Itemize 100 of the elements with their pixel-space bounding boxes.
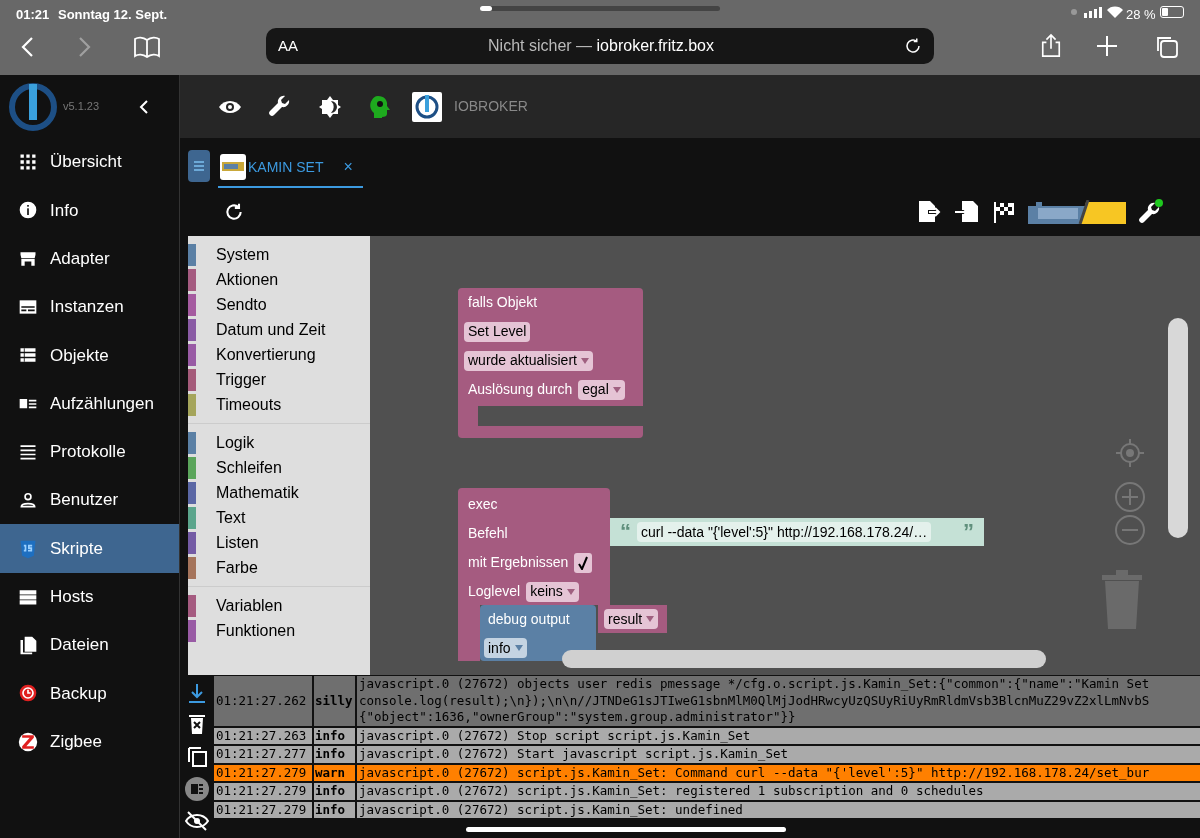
log-time: 01:21:27.279 — [214, 801, 312, 818]
scrollbar-thumb[interactable] — [1168, 318, 1188, 538]
collapse-icon — [139, 99, 150, 114]
dropdown-field[interactable]: wurde aktualisiert — [464, 350, 593, 371]
sidebar-item[interactable]: Hosts — [0, 572, 179, 621]
checkbox[interactable] — [574, 552, 593, 573]
sidebar-item[interactable]: Aufzählungen — [0, 379, 179, 428]
sidebar-item[interactable]: Zigbee — [0, 717, 179, 766]
log-time: 01:21:27.279 — [214, 764, 312, 781]
backup-icon — [18, 683, 38, 704]
sidebar-item[interactable]: Benutzer — [0, 476, 179, 525]
close-tab-button[interactable]: × — [343, 155, 353, 179]
sidebar-item[interactable]: Dateien — [0, 620, 179, 670]
toolbox-category[interactable]: Aktionen — [188, 267, 370, 292]
multitasking-handle[interactable] — [480, 6, 720, 11]
toolbox-category[interactable]: Listen — [188, 530, 370, 555]
debug-settings-icon — [1138, 198, 1164, 226]
dropdown-arrow-icon — [646, 616, 655, 622]
block-label: Befehl — [468, 524, 508, 543]
zoom-out-icon — [1114, 514, 1146, 546]
log-message: javascript.0 (27672) script.js.Kamin_Set: registered 1 subscription and 0 schedules — [357, 783, 1200, 800]
debug-block[interactable]: debug output info — [480, 605, 596, 661]
block-title: falls Objekt — [468, 293, 538, 312]
sidebar-item[interactable]: Protokolle — [0, 427, 179, 477]
dropdown-field[interactable]: info — [484, 638, 527, 658]
quote-mark: “ — [620, 521, 631, 543]
string-block[interactable]: “ curl --data "{'level':5}" http://192.168.178.24/… ” — [610, 518, 984, 546]
app-logo — [8, 81, 58, 132]
theme-icon — [318, 94, 342, 119]
log-level: warn — [314, 764, 355, 781]
sidebar-item[interactable]: Adapter — [0, 234, 179, 283]
block-label: Loglevel — [468, 582, 521, 601]
iobroker-logo — [412, 91, 442, 122]
log-level: info — [314, 746, 355, 763]
toolbox-category[interactable]: Datum und Zeit — [188, 317, 370, 342]
status-date: Sonntag 12. Sept. — [58, 6, 168, 24]
js-icon — [18, 538, 38, 559]
toolbox-category[interactable]: Trigger — [188, 367, 370, 392]
script-tab[interactable]: KAMIN SET × — [218, 148, 363, 188]
security-label: Nicht sicher — — [488, 37, 593, 54]
quote-mark: ” — [963, 521, 974, 543]
sidebar-item[interactable]: Info — [0, 186, 179, 235]
log-level: silly — [314, 676, 355, 726]
toolbox-category[interactable]: Logik — [188, 430, 370, 455]
toolbox-category[interactable]: System — [188, 242, 370, 267]
dropdown-field[interactable]: keins — [526, 581, 579, 602]
variable-block[interactable]: result — [598, 605, 667, 633]
clear-log-icon — [188, 713, 206, 735]
version-label: v5.1.23 — [63, 99, 100, 115]
app-title: IOBROKER — [454, 97, 528, 116]
toolbox-category[interactable]: Konvertierung — [188, 342, 370, 367]
log-level: info — [314, 727, 355, 744]
toolbox-category[interactable]: Timeouts — [188, 392, 370, 417]
zigbee-icon — [18, 731, 38, 752]
log-level: info — [314, 801, 355, 818]
zoom-in-icon — [1114, 481, 1146, 513]
address-bar[interactable]: AA Nicht sicher — iobroker.fritz.box — [266, 28, 934, 64]
dropdown-field[interactable]: result — [604, 609, 659, 629]
copy-icon — [186, 745, 208, 767]
sidebar-item[interactable]: Übersicht — [0, 138, 179, 187]
wrench-icon — [268, 94, 292, 119]
forward-icon — [78, 36, 92, 58]
toolbox-category[interactable]: Mathematik — [188, 480, 370, 505]
sidebar-item[interactable]: Backup — [0, 669, 179, 718]
check-icon — [577, 555, 590, 570]
toolbox-category[interactable]: Text — [188, 505, 370, 530]
text-size-button[interactable]: AA — [278, 34, 298, 58]
import-icon — [954, 199, 980, 225]
battery-percent: 28 % — [1126, 6, 1156, 24]
toolbox-category[interactable]: Funktionen — [188, 618, 370, 643]
tabs-icon — [1154, 34, 1178, 58]
log-level: info — [314, 783, 355, 800]
toolbox-category[interactable]: Farbe — [188, 555, 370, 580]
dropdown-field[interactable]: egal — [578, 379, 625, 400]
scroll-down-icon — [188, 683, 206, 703]
block-title: exec — [468, 495, 498, 514]
battery-icon — [1160, 6, 1184, 18]
toolbox-category[interactable]: Sendto — [188, 292, 370, 317]
block-label: Auslösung durch — [468, 380, 573, 399]
toolbox-category[interactable]: Schleifen — [188, 455, 370, 480]
hide-icon — [185, 811, 209, 831]
sidebar-item[interactable]: Instanzen — [0, 282, 179, 332]
log-message: javascript.0 (27672) Start javascript script.js.Kamin_Set — [357, 746, 1200, 763]
scrollbar-thumb[interactable] — [562, 650, 1046, 668]
blockly-tab-icon — [220, 154, 246, 180]
recenter-icon — [1115, 438, 1145, 468]
exec-block-body[interactable] — [458, 488, 610, 605]
log-message: javascript.0 (27672) script.js.Kamin_Set: Command curl --data "{'level':5}" http://192.168.178.24/set_bur — [357, 764, 1200, 781]
workspace-canvas[interactable]: falls Objekt Set Level wurde aktualisiert Auslösung durch egal exec Befehl “ curl --data "{'level':5}" http://192.168.178.24/… ” mit Ergebnissen Loglevel keins debug output info result — [370, 236, 1200, 675]
toolbox-category[interactable]: Variablen — [188, 593, 370, 618]
text-field[interactable]: curl --data "{'level':5}" http://192.168.178.24/… — [637, 522, 932, 542]
sidebar-item[interactable]: Skripte — [0, 524, 179, 573]
export-icon — [916, 199, 942, 225]
sidebar-item[interactable]: Objekte — [0, 331, 179, 380]
files-icon — [18, 635, 38, 656]
log-time: 01:21:27.263 — [214, 727, 312, 744]
share-icon — [1040, 33, 1062, 59]
text-field[interactable]: Set Level — [464, 321, 531, 342]
info-icon — [18, 200, 38, 221]
new-tab-icon — [1097, 36, 1117, 56]
